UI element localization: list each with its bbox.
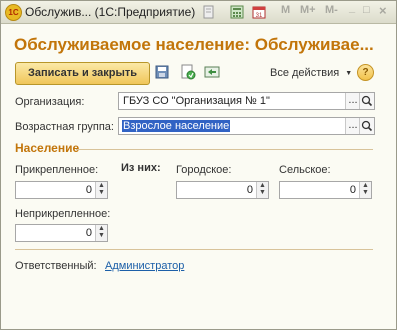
select-button[interactable]: ... bbox=[345, 118, 360, 134]
urban-value: 0 bbox=[246, 184, 253, 196]
all-actions-label: Все действия bbox=[270, 67, 340, 79]
form-title: Обслуживаемое население: Обслуживае... bbox=[14, 35, 374, 54]
memory-button[interactable]: M bbox=[281, 4, 290, 16]
attached-value: 0 bbox=[85, 184, 92, 196]
number-spinner[interactable]: ▲ ▼ bbox=[95, 182, 107, 198]
unattached-label: Неприкрепленное: bbox=[15, 208, 111, 220]
title-bar: 1С Обслужив... (1С:Предприятие) 31 M M+ … bbox=[1, 1, 396, 24]
unattached-value: 0 bbox=[85, 227, 92, 239]
section-divider bbox=[76, 149, 373, 150]
organization-field[interactable]: ГБУЗ СО "Организация № 1" ... bbox=[118, 92, 375, 110]
number-spinner[interactable]: ▲ ▼ bbox=[256, 182, 268, 198]
rural-label: Сельское: bbox=[279, 164, 331, 176]
close-button[interactable]: × bbox=[379, 3, 387, 18]
of-them-label: Из них: bbox=[121, 162, 161, 174]
calendar-icon[interactable]: 31 bbox=[252, 5, 266, 19]
age-group-label: Возрастная группа: bbox=[15, 121, 114, 133]
chevron-down-icon: ▼ bbox=[345, 70, 353, 77]
unattached-input[interactable]: 0 ▲ ▼ bbox=[15, 224, 108, 242]
all-actions-menu[interactable]: Все действия ▼ bbox=[270, 67, 352, 79]
post-document-icon[interactable] bbox=[180, 64, 196, 80]
search-icon[interactable] bbox=[359, 118, 374, 134]
organization-label: Организация: bbox=[15, 96, 85, 108]
memory-plus-button[interactable]: M+ bbox=[300, 4, 316, 16]
select-button[interactable]: ... bbox=[345, 93, 360, 109]
population-section-title: Население bbox=[15, 141, 80, 155]
rural-input[interactable]: 0 ▲ ▼ bbox=[279, 181, 372, 199]
svg-text:31: 31 bbox=[256, 13, 263, 19]
responsible-link[interactable]: Администратор bbox=[105, 260, 184, 272]
search-icon[interactable] bbox=[359, 93, 374, 109]
attached-input[interactable]: 0 ▲ ▼ bbox=[15, 181, 108, 199]
number-spinner[interactable]: ▲ ▼ bbox=[359, 182, 371, 198]
footer-divider bbox=[15, 249, 373, 250]
responsible-label: Ответственный: bbox=[15, 260, 97, 272]
memory-minus-button[interactable]: M- bbox=[325, 4, 338, 16]
number-spinner[interactable]: ▲ ▼ bbox=[95, 225, 107, 241]
app-logo-icon: 1С bbox=[5, 4, 22, 21]
age-group-value: Взрослое население bbox=[122, 120, 231, 132]
urban-label: Городское: bbox=[176, 164, 232, 176]
save-icon[interactable] bbox=[154, 64, 170, 80]
help-icon[interactable]: ? bbox=[357, 64, 374, 81]
urban-input[interactable]: 0 ▲ ▼ bbox=[176, 181, 269, 199]
move-icon[interactable] bbox=[204, 64, 220, 80]
document-window: 1С Обслужив... (1С:Предприятие) 31 M M+ … bbox=[0, 0, 397, 330]
attached-label: Прикрепленное: bbox=[15, 164, 99, 176]
maximize-button[interactable]: □ bbox=[363, 4, 370, 16]
window-title: Обслужив... (1С:Предприятие) bbox=[25, 5, 196, 19]
rural-value: 0 bbox=[349, 184, 356, 196]
age-group-field[interactable]: Взрослое население ... bbox=[118, 117, 375, 135]
calculator-icon[interactable] bbox=[230, 5, 244, 19]
document-icon[interactable] bbox=[202, 5, 216, 19]
organization-value: ГБУЗ СО "Организация № 1" bbox=[123, 95, 270, 107]
minimize-button[interactable]: _ bbox=[349, 2, 355, 14]
write-and-close-button[interactable]: Записать и закрыть bbox=[15, 62, 150, 85]
